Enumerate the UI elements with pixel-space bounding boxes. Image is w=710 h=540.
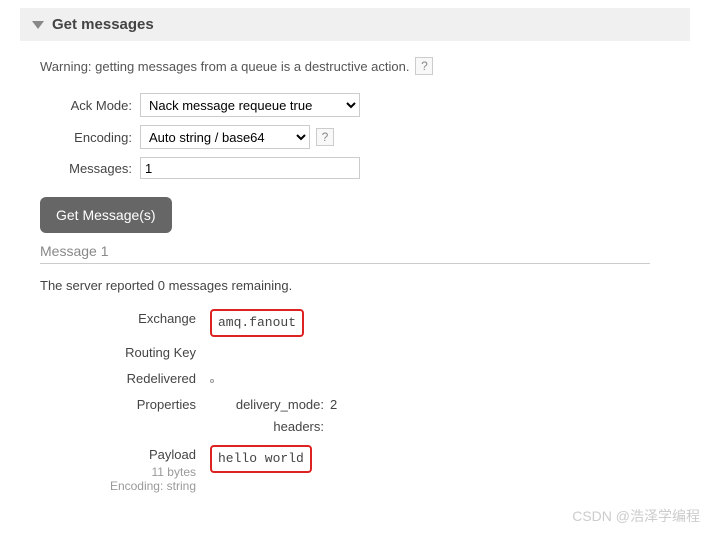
warning-row: Warning: getting messages from a queue i… — [40, 57, 690, 75]
redelivered-label: Redelivered — [40, 369, 210, 389]
payload-label-group: Payload 11 bytes Encoding: string — [40, 445, 210, 493]
ack-mode-select[interactable]: Nack message requeue true — [140, 93, 360, 117]
chevron-down-icon — [32, 21, 44, 29]
encoding-label: Encoding: — [40, 130, 140, 145]
messages-row: Messages: — [40, 157, 690, 179]
exchange-value: amq.fanout — [210, 309, 304, 337]
delivery-mode-val: 2 — [330, 395, 337, 415]
encoding-select[interactable]: Auto string / base64 — [140, 125, 310, 149]
section-content: Warning: getting messages from a queue i… — [20, 41, 690, 493]
properties-row: Properties delivery_mode: 2 headers: — [40, 395, 690, 439]
properties-value: delivery_mode: 2 headers: — [210, 395, 337, 439]
circle-icon — [210, 379, 214, 383]
ack-mode-row: Ack Mode: Nack message requeue true — [40, 93, 690, 117]
server-report-count: 0 — [158, 278, 165, 293]
ack-mode-label: Ack Mode: — [40, 98, 140, 113]
server-report-prefix: The server reported — [40, 278, 158, 293]
redelivered-row: Redelivered — [40, 369, 690, 389]
warning-text: Warning: getting messages from a queue i… — [40, 59, 409, 74]
help-icon[interactable]: ? — [415, 57, 433, 75]
properties-label: Properties — [40, 395, 210, 415]
routing-key-label: Routing Key — [40, 343, 210, 363]
headers-key: headers: — [210, 417, 330, 437]
section-header[interactable]: Get messages — [20, 8, 690, 41]
delivery-mode-key: delivery_mode: — [210, 395, 330, 415]
payload-row: Payload 11 bytes Encoding: string hello … — [40, 445, 690, 493]
server-report-suffix: messages remaining. — [165, 278, 292, 293]
payload-encoding: Encoding: string — [40, 479, 196, 493]
redelivered-value — [210, 369, 214, 389]
routing-key-row: Routing Key — [40, 343, 690, 363]
exchange-label: Exchange — [40, 309, 210, 329]
messages-input[interactable] — [140, 157, 360, 179]
payload-bytes: 11 bytes — [40, 465, 196, 479]
payload-value: hello world — [210, 445, 312, 473]
exchange-row: Exchange amq.fanout — [40, 309, 690, 337]
message-header: Message 1 — [40, 243, 650, 264]
messages-label: Messages: — [40, 161, 140, 176]
server-report: The server reported 0 messages remaining… — [40, 278, 690, 293]
encoding-row: Encoding: Auto string / base64 ? — [40, 125, 690, 149]
watermark: CSDN @浩泽学编程 — [572, 506, 700, 526]
get-messages-button[interactable]: Get Message(s) — [40, 197, 172, 233]
section-title: Get messages — [52, 16, 154, 33]
encoding-help-icon[interactable]: ? — [316, 128, 334, 146]
payload-label: Payload — [40, 445, 196, 465]
